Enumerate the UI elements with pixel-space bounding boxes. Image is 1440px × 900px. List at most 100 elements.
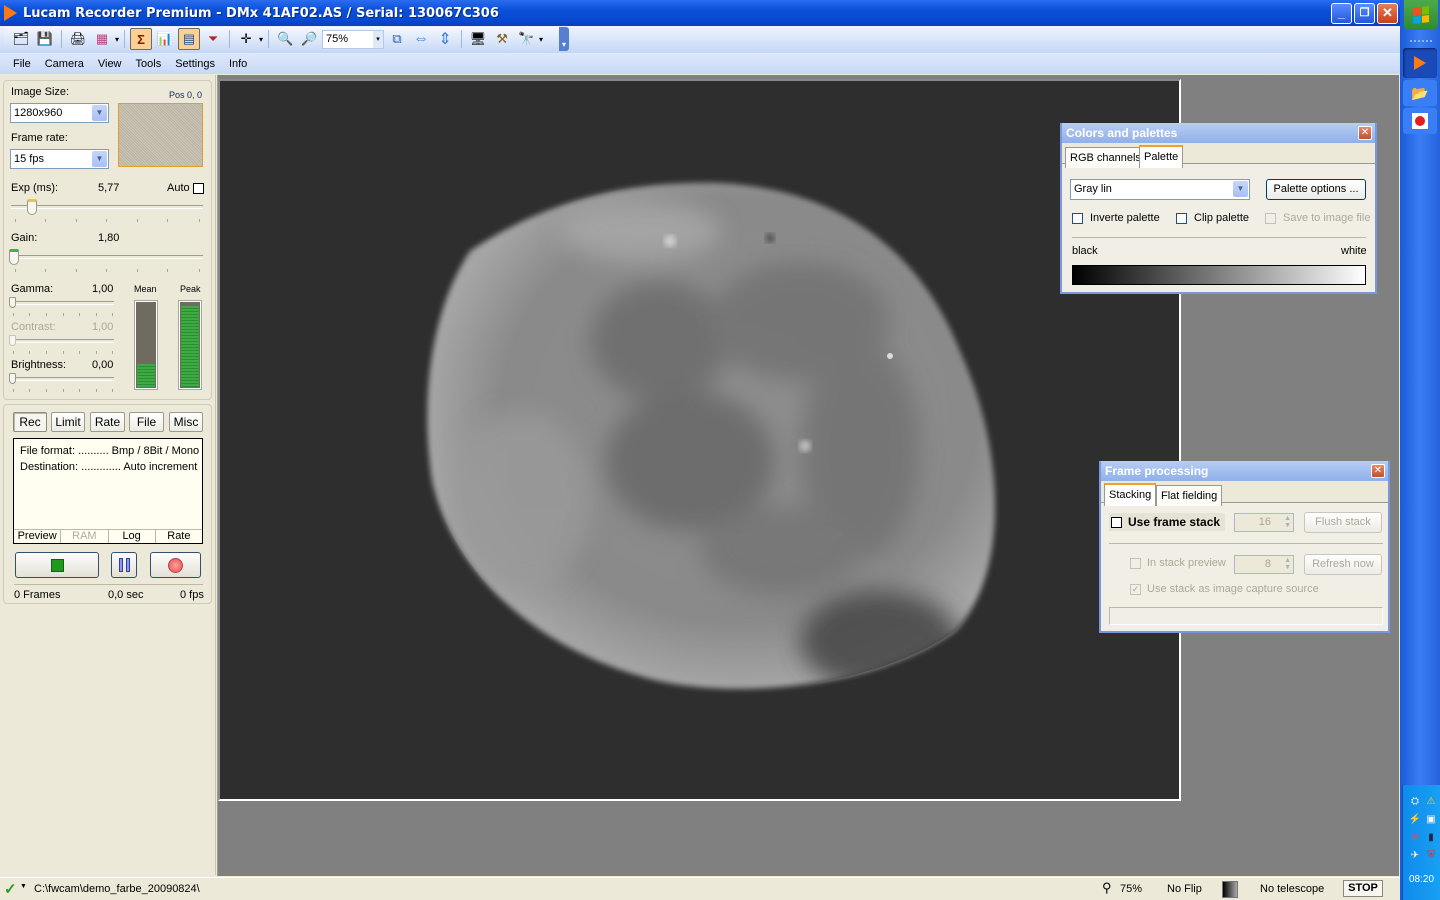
stop-telescope-button[interactable]: STOP bbox=[1343, 880, 1383, 897]
crosshair-icon[interactable]: ✛ bbox=[235, 28, 257, 50]
open-folders-icon[interactable]: 🗂 bbox=[10, 28, 32, 50]
roi-preview[interactable] bbox=[118, 103, 203, 167]
zoom-out-icon[interactable]: 🔎 bbox=[298, 28, 320, 50]
menu-info[interactable]: Info bbox=[222, 58, 254, 70]
tab-rec[interactable]: Rec bbox=[13, 412, 47, 432]
zoom-select[interactable]: 75% ▾ bbox=[322, 29, 385, 49]
tab-palette[interactable]: Palette bbox=[1139, 145, 1184, 168]
tab-rate[interactable]: Rate bbox=[90, 412, 125, 432]
gain-ticks bbox=[15, 269, 200, 273]
palette-options-button[interactable]: Palette options ... bbox=[1266, 179, 1366, 200]
gain-slider-thumb[interactable] bbox=[9, 249, 19, 265]
folder-icon: 📂 bbox=[1411, 85, 1429, 101]
clip-palette-checkbox[interactable] bbox=[1176, 213, 1187, 224]
capture-source-label: Use stack as image capture source bbox=[1147, 583, 1319, 595]
fit-window-icon[interactable]: ⧉ bbox=[386, 28, 408, 50]
record-icon bbox=[168, 558, 183, 573]
exposure-slider-track[interactable] bbox=[11, 205, 203, 209]
capture-source-checkbox: ✓ bbox=[1130, 584, 1141, 595]
checkmark-icon[interactable]: ✓ bbox=[4, 880, 17, 898]
contrast-label: Contrast: bbox=[11, 321, 56, 333]
chevron-down-icon[interactable]: ▼ bbox=[92, 105, 107, 121]
exposure-slider-thumb[interactable] bbox=[27, 199, 38, 215]
menu-camera[interactable]: Camera bbox=[38, 58, 91, 70]
image-size-select[interactable]: 1280x960 ▼ bbox=[10, 103, 109, 123]
pause-button[interactable] bbox=[111, 552, 137, 578]
subtab-preview[interactable]: Preview bbox=[14, 530, 62, 543]
chevron-down-icon[interactable]: ▼ bbox=[20, 883, 27, 890]
brightness-slider-thumb[interactable] bbox=[9, 373, 16, 384]
brightness-value: 0,00 bbox=[92, 359, 114, 371]
tab-limit[interactable]: Limit bbox=[51, 412, 85, 432]
camera-image[interactable] bbox=[218, 79, 1181, 801]
telescope-icon[interactable]: 🔭 bbox=[515, 28, 537, 50]
gain-slider-track[interactable] bbox=[11, 255, 203, 259]
sigma-icon[interactable]: Σ bbox=[130, 28, 153, 50]
chevron-down-icon[interactable]: ▼ bbox=[1233, 181, 1248, 197]
stop-button[interactable] bbox=[15, 552, 99, 578]
battery-icon[interactable]: ▮ bbox=[1424, 831, 1438, 845]
subtab-rate[interactable]: Rate bbox=[156, 530, 202, 543]
gamma-slider-track[interactable] bbox=[11, 301, 114, 305]
tab-file[interactable]: File bbox=[129, 412, 164, 432]
brightness-slider-track[interactable] bbox=[11, 377, 114, 381]
menu-file[interactable]: File bbox=[6, 58, 38, 70]
histogram-icon[interactable]: 📊 bbox=[154, 28, 176, 50]
menu-tools[interactable]: Tools bbox=[129, 58, 169, 70]
close-icon[interactable]: ✕ bbox=[1358, 126, 1372, 140]
blocked-icon[interactable]: ⊘ bbox=[1408, 831, 1422, 845]
zoom-in-icon[interactable]: 🔍 bbox=[274, 28, 296, 50]
restore-button[interactable]: ❐ bbox=[1354, 3, 1375, 24]
taskbar-lucam-button[interactable] bbox=[1403, 48, 1437, 78]
gamma-slider-thumb[interactable] bbox=[9, 297, 16, 308]
title-bar: Lucam Recorder Premium - DMx 41AF02.AS /… bbox=[0, 0, 1400, 26]
save-icon[interactable]: 💾 bbox=[34, 28, 56, 50]
security-alert-icon[interactable]: ⚠ bbox=[1424, 795, 1438, 809]
frame-rate-select[interactable]: 15 fps ▼ bbox=[10, 149, 109, 169]
shield-icon[interactable]: ⛨ bbox=[1424, 849, 1438, 863]
start-button[interactable] bbox=[1404, 0, 1438, 30]
tools-icon[interactable]: ⚒ bbox=[491, 28, 513, 50]
color-grid-dropdown-icon[interactable]: ▾ bbox=[115, 35, 119, 44]
filter-icon[interactable]: ⏷ bbox=[202, 28, 224, 50]
taskbar-grip[interactable] bbox=[1410, 40, 1432, 42]
taskbar-paint-button[interactable] bbox=[1403, 108, 1437, 134]
subtab-log[interactable]: Log bbox=[109, 530, 156, 543]
tab-misc[interactable]: Misc bbox=[169, 412, 203, 432]
wireless-icon[interactable]: ⚡ bbox=[1408, 813, 1422, 827]
menu-view[interactable]: View bbox=[91, 58, 129, 70]
close-icon[interactable]: ✕ bbox=[1371, 464, 1385, 478]
lan-icon[interactable]: ▣ bbox=[1424, 813, 1438, 827]
crosshair-dropdown-icon[interactable]: ▾ bbox=[259, 35, 263, 44]
print-icon[interactable]: 🖨 bbox=[67, 28, 89, 50]
toolbar-overflow-button[interactable]: ▾ bbox=[559, 27, 569, 51]
network-icon[interactable]: ⛭ bbox=[1408, 795, 1422, 809]
close-button[interactable]: ✕ bbox=[1377, 3, 1398, 24]
color-grid-icon[interactable]: ▦ bbox=[91, 28, 113, 50]
use-frame-stack-checkbox[interactable] bbox=[1111, 517, 1122, 528]
monitor-icon[interactable]: 🖥 bbox=[467, 28, 489, 50]
chevron-down-icon[interactable]: ▾ bbox=[373, 30, 384, 48]
auto-exposure-checkbox[interactable] bbox=[193, 183, 204, 194]
clock: 08:20 bbox=[1409, 874, 1435, 885]
telescope-dropdown-icon[interactable]: ▾ bbox=[539, 35, 543, 44]
black-label: black bbox=[1072, 245, 1098, 257]
invert-palette-checkbox[interactable] bbox=[1072, 213, 1083, 224]
palette-select[interactable]: Gray lin ▼ bbox=[1070, 179, 1250, 200]
taskbar-explorer-button[interactable]: 📂 bbox=[1403, 80, 1437, 106]
tab-flat-fielding[interactable]: Flat fielding bbox=[1156, 485, 1223, 506]
toolbar: 🗂 💾 🖨 ▦ ▾ Σ 📊 ▤ ⏷ ✛ ▾ 🔍 🔎 75% ▾ ⧉ ⇔ ⇕ 🖥 … bbox=[0, 26, 1400, 53]
capture-fps: 0 fps bbox=[180, 589, 204, 601]
paint-icon bbox=[1412, 113, 1428, 129]
chevron-down-icon[interactable]: ▼ bbox=[92, 151, 107, 167]
tab-rgb-channels[interactable]: RGB channels bbox=[1065, 147, 1146, 168]
flip-vertical-icon[interactable]: ⇕ bbox=[434, 28, 456, 50]
status-flip: No Flip bbox=[1167, 883, 1202, 895]
minimize-button[interactable]: _ bbox=[1331, 3, 1352, 24]
record-button[interactable] bbox=[150, 552, 201, 578]
app-tray-icon[interactable]: ✈ bbox=[1408, 849, 1422, 863]
flip-horizontal-icon[interactable]: ⇔ bbox=[410, 28, 432, 50]
menu-settings[interactable]: Settings bbox=[168, 58, 222, 70]
tab-stacking[interactable]: Stacking bbox=[1104, 483, 1157, 506]
calculator-icon[interactable]: ▤ bbox=[178, 28, 201, 50]
